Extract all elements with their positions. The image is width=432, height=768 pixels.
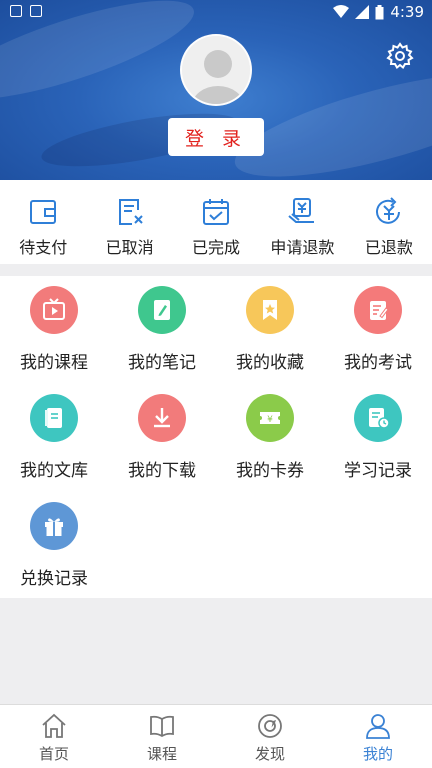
profile-header: 4:39 登 录	[0, 0, 432, 180]
login-button[interactable]: 登 录	[168, 118, 264, 156]
order-refund-request[interactable]: 申请退款	[259, 180, 345, 264]
menu-label: 我的考试	[344, 353, 412, 373]
compass-icon	[258, 714, 282, 738]
nav-label: 发现	[254, 745, 285, 763]
menu-my-downloads[interactable]: 我的下载	[108, 384, 216, 492]
notebook-icon	[138, 286, 186, 334]
order-status-row: 待支付 已取消 已完成 申请退款 已退款	[0, 180, 432, 264]
order-refunded[interactable]: 已退款	[346, 180, 432, 264]
user-icon	[366, 714, 390, 739]
battery-icon	[375, 4, 384, 19]
svg-text:¥: ¥	[267, 415, 273, 425]
exam-icon	[354, 286, 402, 334]
menu-my-exams[interactable]: 我的考试	[324, 276, 432, 384]
order-label: 已取消	[105, 238, 154, 257]
book-icon	[150, 715, 174, 738]
nav-mine[interactable]: 我的	[324, 705, 432, 768]
menu-my-favorites[interactable]: 我的收藏	[216, 276, 324, 384]
menu-label: 我的课程	[20, 353, 88, 373]
play-tv-icon	[30, 286, 78, 334]
nav-label: 课程	[146, 745, 177, 763]
order-pending-payment[interactable]: 待支付	[0, 180, 86, 264]
nav-label: 首页	[38, 745, 69, 763]
menu-label: 我的笔记	[128, 353, 196, 373]
order-completed[interactable]: 已完成	[173, 180, 259, 264]
status-time: 4:39	[390, 3, 424, 21]
order-label: 申请退款	[270, 238, 335, 257]
image-notification-icon	[10, 5, 22, 17]
wifi-icon	[333, 5, 350, 18]
menu-label: 兑换记录	[20, 569, 88, 589]
signal-icon	[355, 5, 370, 19]
gift-icon	[30, 502, 78, 550]
menu-redeem-records[interactable]: 兑换记录	[0, 492, 108, 600]
menu-my-courses[interactable]: 我的课程	[0, 276, 108, 384]
menu-my-notes[interactable]: 我的笔记	[108, 276, 216, 384]
order-cancelled[interactable]: 已取消	[86, 180, 172, 264]
menu-label: 我的下载	[128, 461, 196, 481]
nav-courses[interactable]: 课程	[108, 705, 216, 768]
order-label: 已退款	[364, 238, 413, 257]
wallet-icon	[30, 200, 57, 224]
coupon-icon: ¥	[246, 394, 294, 442]
menu-my-coupons[interactable]: ¥ 我的卡券	[216, 384, 324, 492]
default-avatar-icon	[182, 36, 250, 104]
gear-icon[interactable]	[386, 42, 414, 70]
menu-grid: 我的课程 我的笔记 我的收藏 我的考试 我的文库 我的下载 ¥ 我的卡券 学习记…	[0, 276, 432, 598]
nav-discover[interactable]: 发现	[216, 705, 324, 768]
nav-label: 我的	[362, 745, 393, 763]
menu-my-library[interactable]: 我的文库	[0, 384, 108, 492]
menu-label: 我的收藏	[236, 353, 304, 373]
menu-study-records[interactable]: 学习记录	[324, 384, 432, 492]
home-icon	[42, 713, 66, 738]
status-bar: 4:39	[0, 0, 432, 24]
download-icon	[138, 394, 186, 442]
refund-request-icon	[288, 198, 315, 223]
menu-label: 学习记录	[344, 461, 412, 481]
menu-label: 我的文库	[20, 461, 88, 481]
cancelled-doc-icon	[118, 199, 143, 225]
avatar[interactable]	[180, 34, 252, 106]
refunded-icon	[375, 197, 400, 224]
order-label: 待支付	[19, 238, 68, 257]
bottom-nav: 首页 课程 发现 我的	[0, 704, 432, 768]
order-label: 已完成	[192, 238, 241, 257]
library-icon	[30, 394, 78, 442]
nav-home[interactable]: 首页	[0, 705, 108, 768]
calendar-check-icon	[203, 199, 230, 225]
menu-label: 我的卡券	[236, 461, 304, 481]
text-notification-icon	[30, 5, 42, 17]
study-record-icon	[354, 394, 402, 442]
bookmark-star-icon	[246, 286, 294, 334]
